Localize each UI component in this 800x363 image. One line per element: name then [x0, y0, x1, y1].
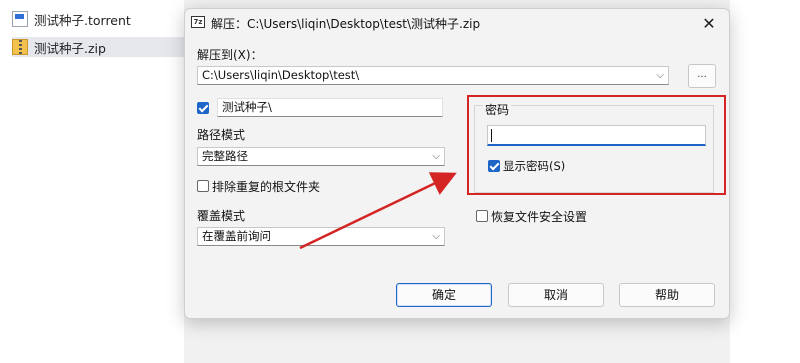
annotation-arrow: [299, 172, 457, 250]
